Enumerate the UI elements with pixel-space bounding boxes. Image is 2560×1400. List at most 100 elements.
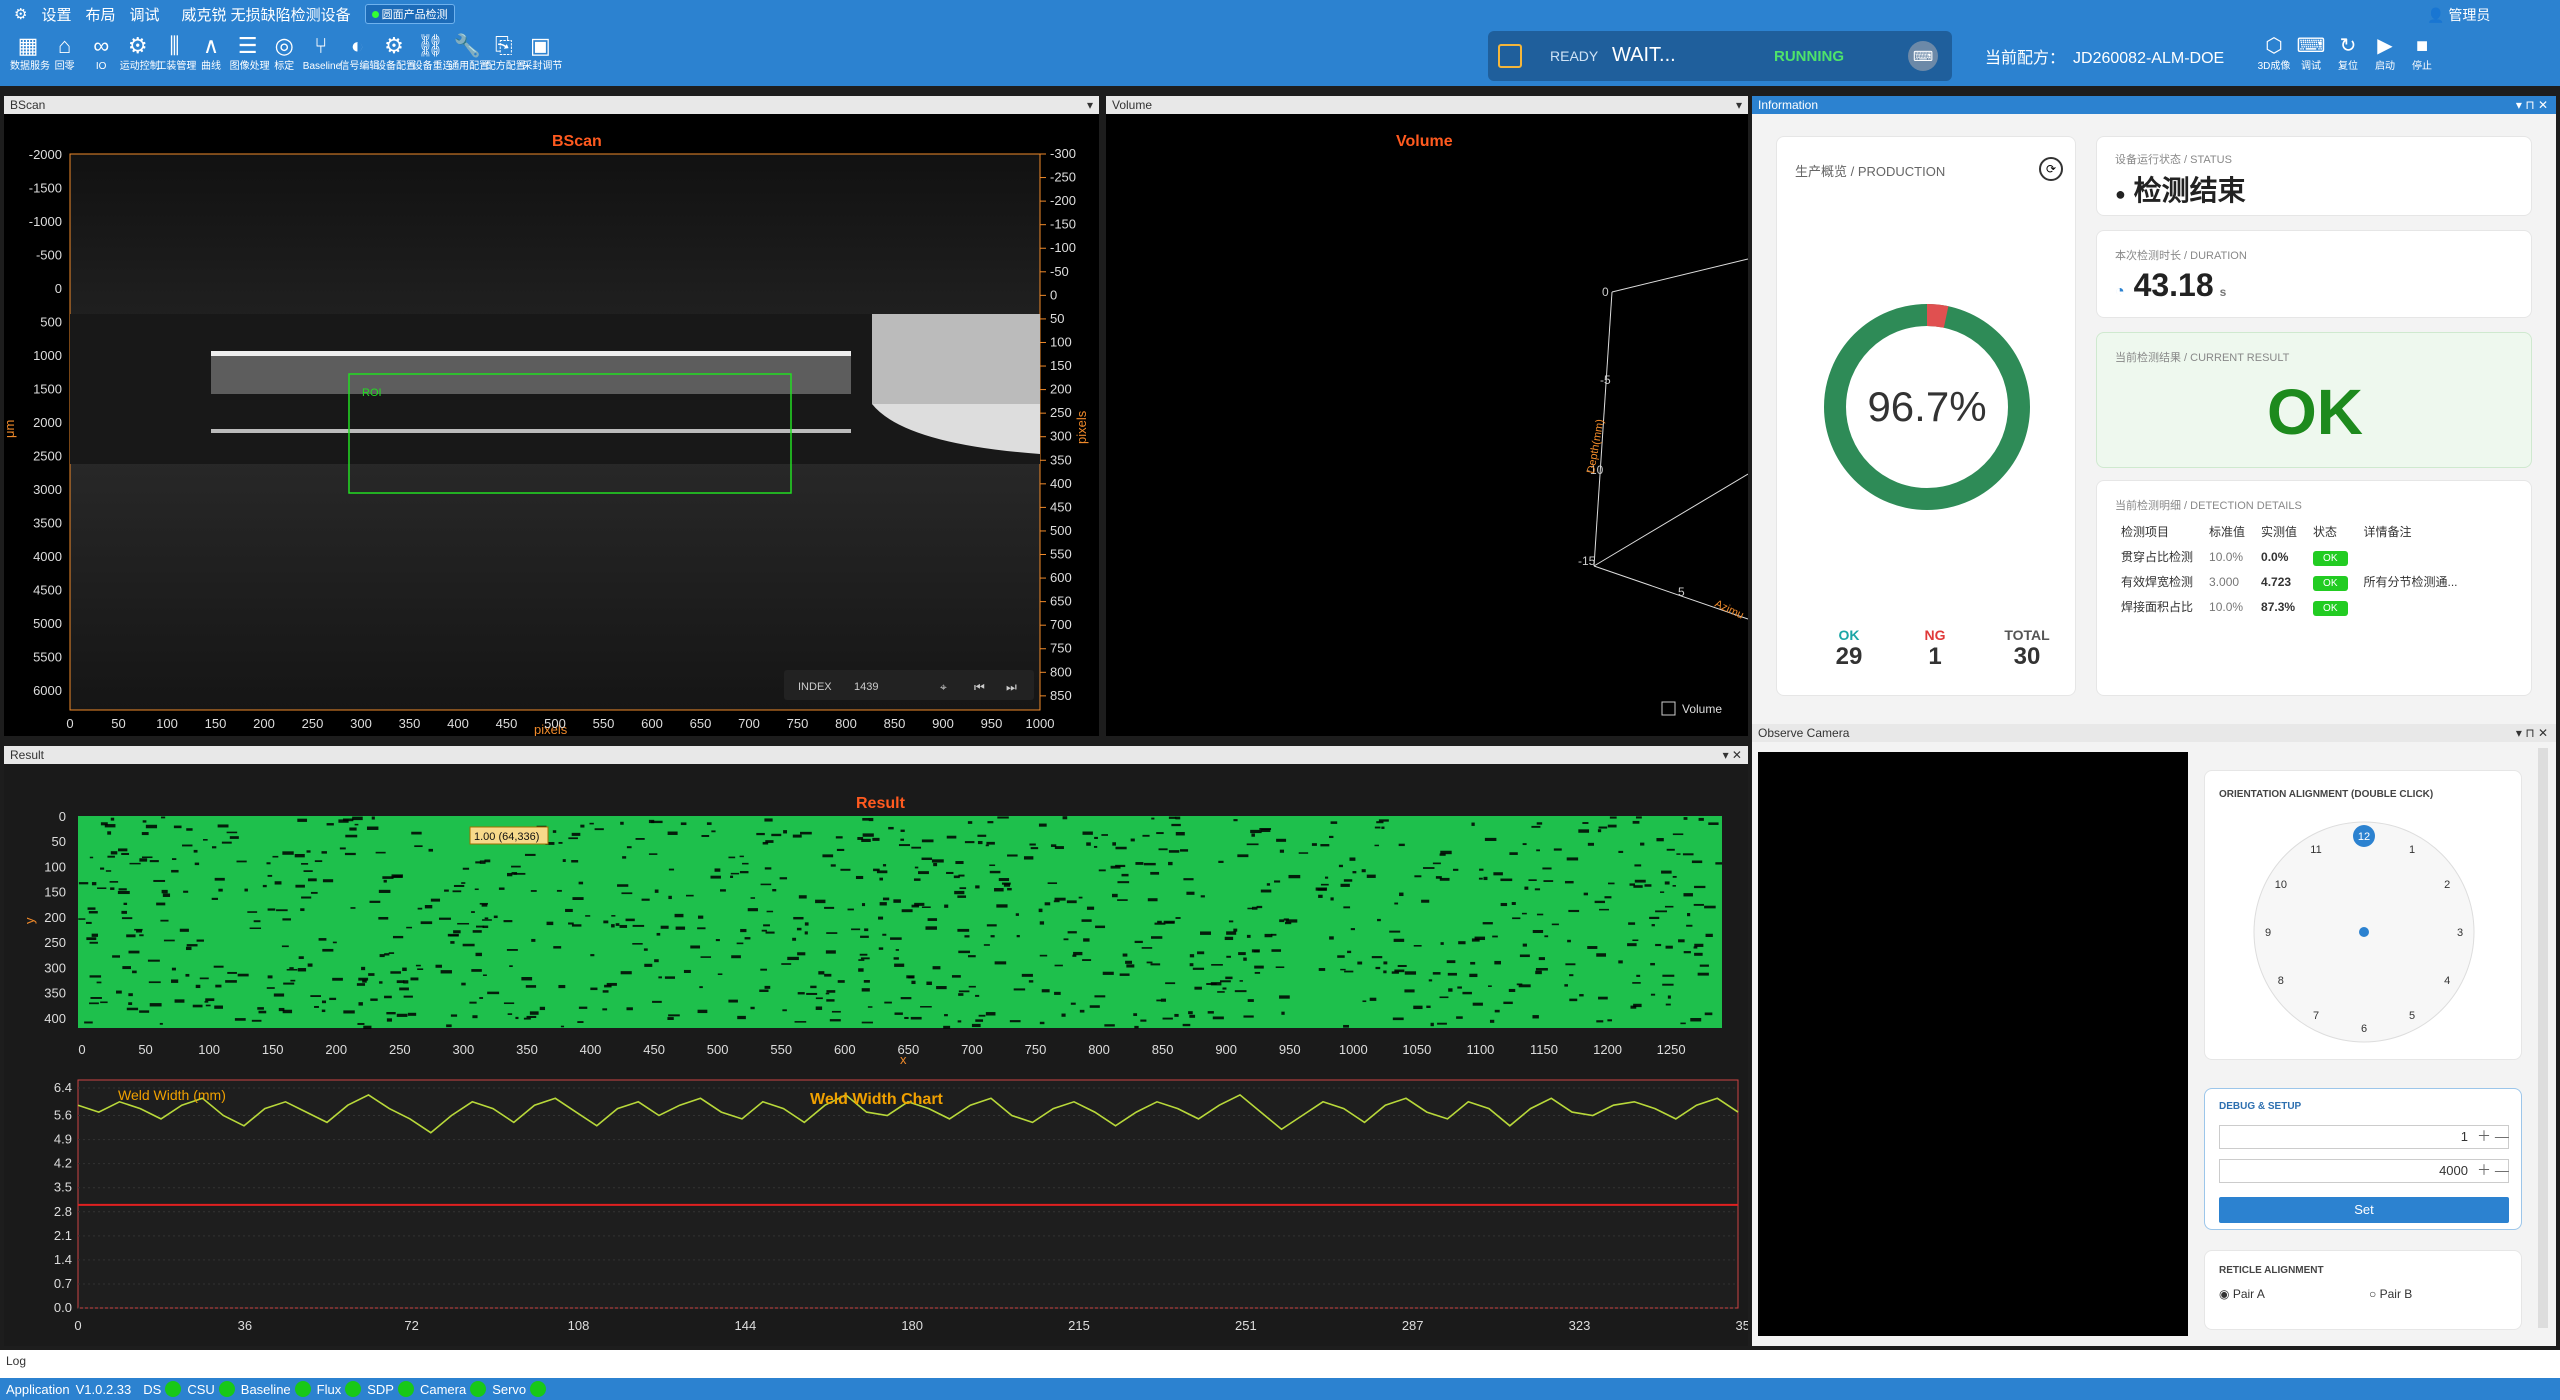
details-cell: OK <box>2305 544 2355 569</box>
bscan-x-tick: 500 <box>544 716 566 731</box>
toolbar-icon: ◎ <box>274 33 294 58</box>
bscan-yright-tick: -200 <box>1050 193 1076 208</box>
location-icon[interactable]: ⌖ <box>940 680 947 694</box>
bscan-yright-tick: 550 <box>1050 547 1072 562</box>
bscan-yleft-tick: 0 <box>55 281 62 296</box>
toolbar-right-item-3[interactable]: ▶ 启动 <box>2367 32 2403 80</box>
bscan-yleft-tick: 5000 <box>33 616 62 631</box>
toolbar-right-item-1[interactable]: ⌨ 调试 <box>2293 32 2329 80</box>
toolbar-label: 设备配置 <box>376 61 416 72</box>
bscan-x-tick: 850 <box>884 716 906 731</box>
weld-chart-area <box>77 1079 1739 1309</box>
running-label: RUNNING <box>1774 48 1844 65</box>
total-count-block: TOTAL 30 <box>2004 627 2050 670</box>
result-x-tick: 600 <box>834 1042 856 1057</box>
toolbar-item-9[interactable]: ◐ 信号编辑 <box>339 32 380 80</box>
result-x-tick: 700 <box>961 1042 983 1057</box>
weld-x-tick: 215 <box>1068 1318 1090 1333</box>
status-app: Application <box>6 1381 70 1397</box>
details-card: 当前检测明细 / DETECTION DETAILS 检测项目 标准值 实测值 状态详… <box>2096 480 2532 696</box>
observe-camera-header: Observe Camera ▾ ⊓ ✕ <box>1752 724 2556 742</box>
setup-input-2[interactable]: 4000 <box>2219 1159 2509 1183</box>
setup-input-1[interactable]: 1 <box>2219 1125 2509 1149</box>
debug-setup-card: DEBUG & SETUP 1 ＋ — 4000 ＋ — Set <box>2204 1088 2522 1230</box>
details-cell: 有效焊宽检测 <box>2121 575 2194 589</box>
toolbar-item-12[interactable]: 🔧 通用配置 <box>449 32 489 80</box>
menu-item-settings[interactable]: 设置 <box>41 4 71 25</box>
toolbar-right-item-0[interactable]: ⬡ 3D成像 <box>2256 32 2292 80</box>
recipe-label: 当前配方： JD260082-ALM-DOE <box>1985 50 2225 67</box>
result-x-tick: 550 <box>770 1042 792 1057</box>
toolbar-item-14[interactable]: ▣ 采封调节 <box>522 32 562 80</box>
details-cell: 所有分节检测通... <box>2363 575 2458 589</box>
toolbar-item-10[interactable]: ⚙ 设备配置 <box>376 32 416 80</box>
menu-item-debug[interactable]: 调试 <box>129 4 159 25</box>
bscan-ylabel: μm <box>4 420 17 438</box>
reset-counter-icon[interactable]: ⟳ <box>2039 157 2063 181</box>
toolbar-item-7[interactable]: ◎ 标定 <box>266 32 302 80</box>
duration-value: 43.18 <box>2133 267 2214 303</box>
bscan-yright-tick: -150 <box>1050 217 1076 232</box>
toolbar-right-item-4[interactable]: ■ 停止 <box>2404 32 2440 80</box>
camera-scrollbar[interactable] <box>2538 748 2548 1328</box>
toolbar-icon: ▦ <box>17 33 39 58</box>
result-panel: Result ▾ ✕ Result 1.00 (64,336) y x 0 50 10… <box>4 746 1757 1346</box>
last-frame-icon[interactable]: ⏭ <box>1006 680 1017 694</box>
log-tab[interactable]: Log <box>0 1350 2560 1378</box>
set-button[interactable]: Set <box>2219 1197 2509 1223</box>
result-x-tick: 50 <box>138 1042 152 1057</box>
orientation-dial[interactable]: 121234567891011 <box>2239 813 2489 1055</box>
bscan-yleft-tick: 3500 <box>33 515 62 530</box>
volume-checkbox[interactable] <box>1661 701 1676 716</box>
toolbar-icon: ∧ <box>202 33 220 58</box>
toolbar-item-4[interactable]: ⫼ 工装管理 <box>156 32 196 80</box>
toolbar-item-5[interactable]: ∧ 曲线 <box>193 32 229 80</box>
bscan-yright-tick: 700 <box>1050 617 1072 632</box>
pair-b-radio[interactable]: ○ Pair B <box>2369 1287 2412 1301</box>
bscan-yright-tick: 600 <box>1050 570 1072 585</box>
toolbar-right-item-2[interactable]: ↻ 复位 <box>2330 32 2366 80</box>
toolbar-item-6[interactable]: ☰ 图像处理 <box>230 32 270 80</box>
toolbar-item-1[interactable]: ⌂ 回零 <box>47 32 83 80</box>
toolbar-item-11[interactable]: ⛓ 设备重连 <box>413 32 453 80</box>
stepper-2-icon[interactable]: ＋ — <box>2477 1160 2509 1180</box>
bscan-yleft-tick: 500 <box>40 314 62 329</box>
weld-x-tick: 251 <box>1235 1318 1257 1333</box>
weld-y-tick: 2.1 <box>54 1228 72 1243</box>
status-bar: Application V1.0.2.33 DS CSU Baseline Flux S… <box>0 1378 2560 1400</box>
result-x-tick: 400 <box>580 1042 602 1057</box>
toolbar-item-3[interactable]: ⚙ 运动控制 <box>120 32 160 80</box>
result-charts: Result 1.00 (64,336) y x 050100150200250… <box>22 795 1757 1333</box>
roi-label: ROI <box>362 387 382 399</box>
toolbar-item-0[interactable]: ▦ 数据服务 <box>10 32 50 80</box>
ready-label: READY <box>1550 48 1599 64</box>
toolbar-icon: 🔧 <box>453 33 481 58</box>
toolbar-item-13[interactable]: ⎘ 配方配置 <box>486 32 526 80</box>
toolbar-item-8[interactable]: ⑂ Baseline <box>303 32 341 80</box>
user-label[interactable]: 👤 管理员 <box>2427 5 2490 25</box>
svg-text:0: 0 <box>1602 285 1609 299</box>
bscan-yright-tick: 150 <box>1050 358 1072 373</box>
keyboard-icon[interactable]: ⌨ <box>1908 41 1938 71</box>
camera-view[interactable] <box>1758 752 2188 1336</box>
reticle-card: RETICLE ALIGNMENT ◉ Pair A ○ Pair B <box>2204 1250 2522 1330</box>
mode-badge: 圆面产品检测 <box>364 4 455 24</box>
result-x-tick: 100 <box>198 1042 220 1057</box>
volume-checkbox-label: Volume <box>1682 702 1722 716</box>
bscan-x-tick: 450 <box>496 716 518 731</box>
toolbar-icon: ⌂ <box>57 33 72 58</box>
ok-rate-donut: 96.7% <box>1824 304 2030 510</box>
stepper-1-icon[interactable]: ＋ — <box>2477 1126 2509 1146</box>
pair-a-radio[interactable]: ◉ Pair A <box>2219 1287 2265 1301</box>
bscan-yleft-tick: 6000 <box>33 683 62 698</box>
menu-item-layout[interactable]: 布局 <box>85 4 115 25</box>
weld-x-tick: 144 <box>734 1318 756 1333</box>
weld-y-tick: 0.0 <box>54 1300 72 1315</box>
gear-icon[interactable]: ⚙ <box>14 5 27 23</box>
production-card: 生产概览 / PRODUCTION ⟳ 96.7% OK 29 NG 1 TOTAL… <box>1776 136 2076 696</box>
toolbar-label: 信号编辑 <box>339 61 380 72</box>
status-version: V1.0.2.33 <box>75 1381 132 1397</box>
toolbar-item-2[interactable]: ∞ IO <box>83 32 119 80</box>
result-x-tick: 900 <box>1215 1042 1237 1057</box>
first-frame-icon[interactable]: ⏮ <box>974 680 985 694</box>
